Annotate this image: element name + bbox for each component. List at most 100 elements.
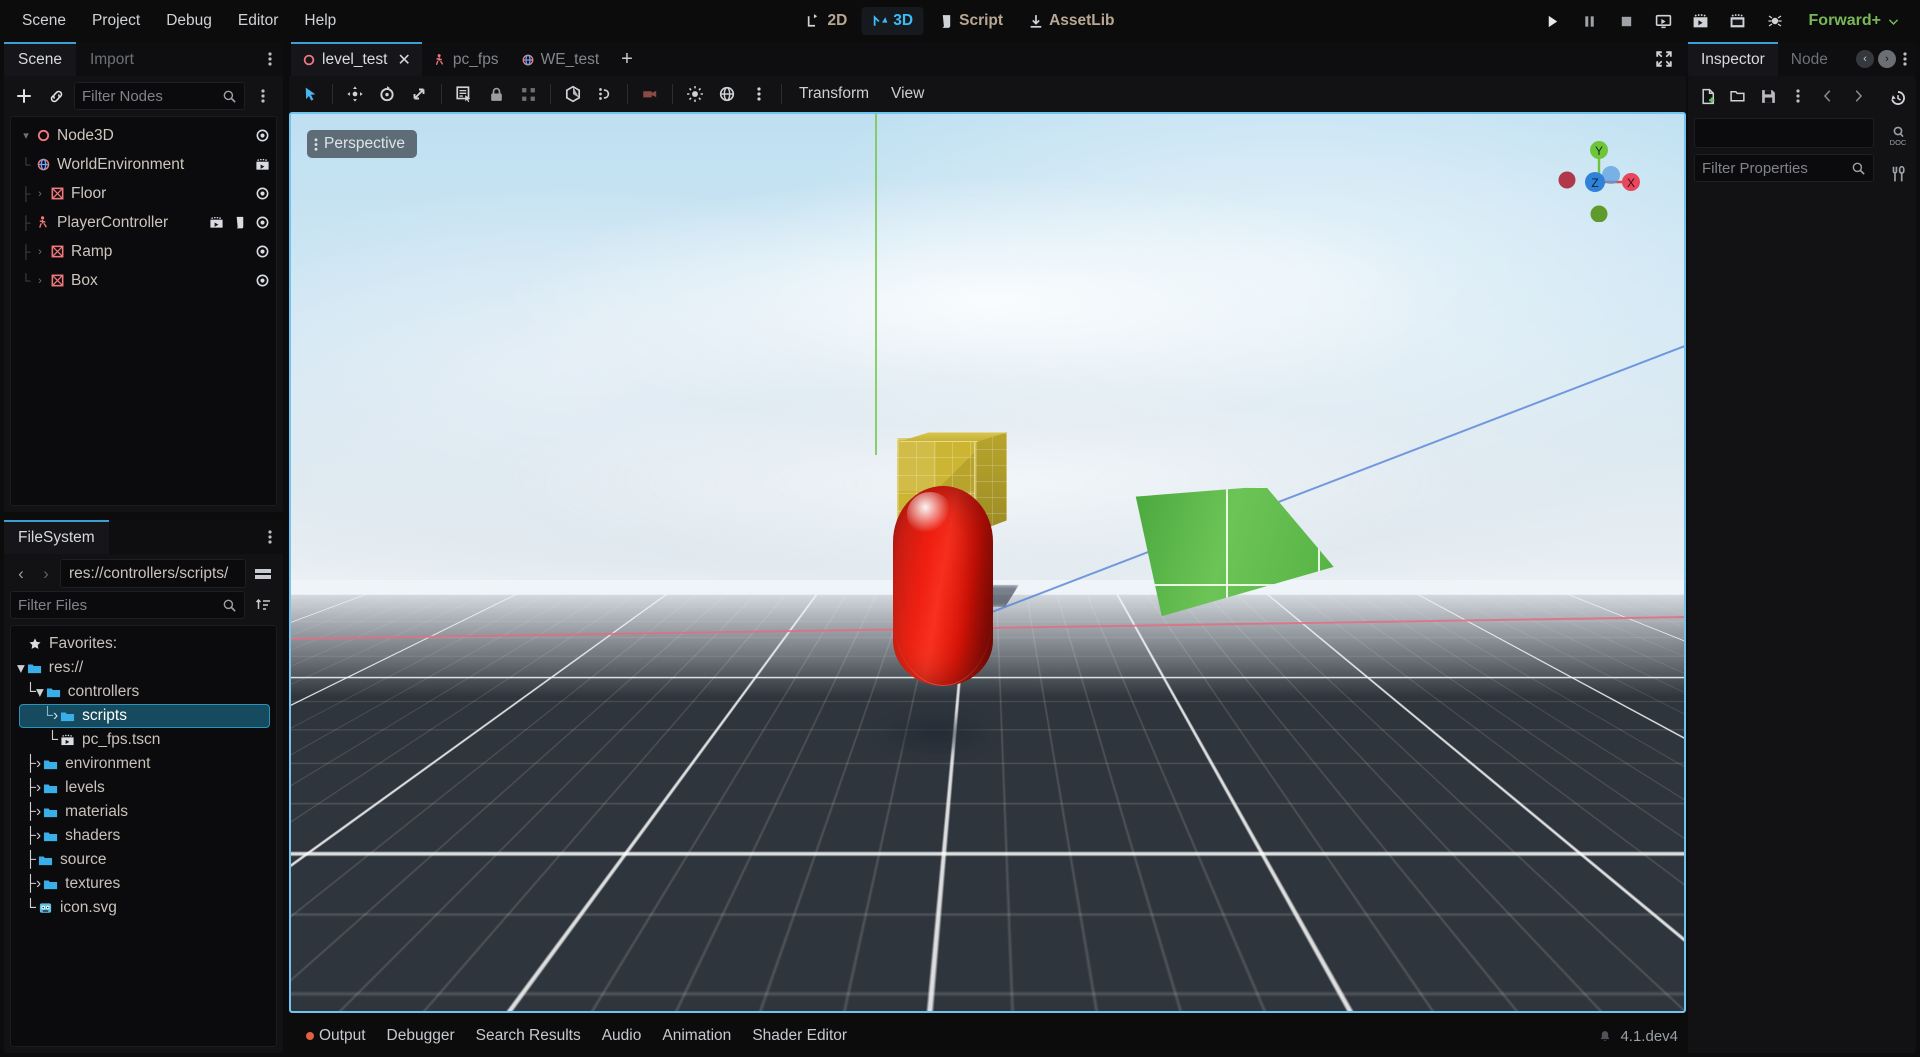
chevron-right-icon[interactable]: › [33, 275, 47, 287]
scene-tree[interactable]: ▾ Node3D └ WorldEnvironment ├ › Floor ├ … [10, 116, 277, 506]
instance-scene-button[interactable] [42, 82, 70, 110]
preview-environment-button[interactable] [712, 80, 742, 108]
bottom-tab-audio[interactable]: Audio [593, 1022, 651, 1050]
scale-mode-button[interactable] [404, 80, 434, 108]
load-resource-button[interactable] [1724, 82, 1752, 110]
edited-object-field[interactable] [1694, 118, 1874, 148]
save-resource-button[interactable] [1754, 82, 1782, 110]
tree-item-playercontroller[interactable]: ├ PlayerController [11, 208, 276, 237]
scene-tab-pc-fps[interactable]: pc_fps [421, 42, 510, 76]
fs-item-materials[interactable]: ├ › materials [11, 800, 276, 824]
history-next-button[interactable] [1844, 82, 1872, 110]
menu-scene[interactable]: Scene [10, 7, 78, 35]
fs-item-pc-fps-tscn[interactable]: └ pc_fps.tscn [11, 728, 276, 752]
bottom-tab-search-results[interactable]: Search Results [467, 1022, 590, 1050]
dock-prev-tab-button[interactable]: ‹ [1856, 50, 1874, 68]
visibility-icon[interactable] [255, 244, 270, 259]
fs-item-scripts[interactable]: └ › scripts [19, 704, 270, 728]
tab-3d[interactable]: 3D [861, 7, 924, 35]
tree-item-worldenvironment[interactable]: └ WorldEnvironment [11, 150, 276, 179]
use-snap-button[interactable] [590, 80, 620, 108]
nav-back-button[interactable]: ‹ [10, 560, 32, 588]
3d-viewport[interactable]: Perspective Y X Z [289, 112, 1686, 1013]
run-current-scene-button[interactable] [1647, 6, 1681, 36]
sort-files-button[interactable] [249, 591, 277, 619]
list-select-button[interactable] [449, 80, 479, 108]
tab-inspector[interactable]: Inspector [1688, 42, 1778, 76]
visibility-icon[interactable] [255, 186, 270, 201]
tab-2d[interactable]: 2D [795, 7, 857, 35]
chevron-right-icon[interactable]: › [33, 246, 47, 258]
move-mode-button[interactable] [340, 80, 370, 108]
lock-button[interactable] [481, 80, 511, 108]
fs-item-res-root[interactable]: ▾ res:// [11, 656, 276, 680]
nav-forward-button[interactable]: › [35, 560, 57, 588]
tab-node[interactable]: Node [1777, 42, 1841, 76]
view-axis-gizmo[interactable]: Y X Z [1554, 136, 1644, 222]
sun-env-options-button[interactable] [744, 80, 774, 108]
add-scene-button[interactable]: + [610, 42, 644, 76]
fs-item-levels[interactable]: ├ › levels [11, 776, 276, 800]
fs-item-source[interactable]: ├ source [11, 848, 276, 872]
remote-debug-button[interactable] [1758, 6, 1792, 36]
object-menu-button[interactable] [1884, 160, 1912, 188]
fs-item-icon-svg[interactable]: └ icon.svg [11, 896, 276, 920]
tab-scene[interactable]: Scene [4, 42, 76, 76]
notification-bell-icon[interactable] [1598, 1029, 1612, 1044]
camera-preview-button[interactable] [635, 80, 665, 108]
select-mode-button[interactable] [295, 80, 325, 108]
use-local-space-button[interactable] [558, 80, 588, 108]
filter-files-input[interactable]: Filter Files [10, 591, 245, 619]
filesystem-tree[interactable]: Favorites: ▾ res:// └ ▾ controllers └ › … [10, 625, 277, 1047]
menu-help[interactable]: Help [292, 7, 348, 35]
stop-button[interactable] [1610, 6, 1644, 36]
open-docs-button[interactable]: DOC [1884, 122, 1912, 150]
scene-tree-options-button[interactable] [249, 82, 277, 110]
menu-project[interactable]: Project [80, 7, 152, 35]
play-custom-scene-button[interactable] [1684, 6, 1718, 36]
distraction-free-mode-button[interactable] [1650, 45, 1678, 73]
bottom-tab-shader-editor[interactable]: Shader Editor [743, 1022, 856, 1050]
add-node-button[interactable] [10, 82, 38, 110]
movie-maker-button[interactable] [1721, 6, 1755, 36]
viewport-perspective-menu[interactable]: Perspective [307, 130, 417, 158]
scene-dock-menu-button[interactable] [257, 42, 283, 76]
group-button[interactable] [513, 80, 543, 108]
bottom-tab-animation[interactable]: Animation [653, 1022, 740, 1050]
filesystem-dock-menu-button[interactable] [257, 520, 283, 554]
tree-item-ramp[interactable]: ├ › Ramp [11, 237, 276, 266]
script-icon[interactable] [232, 215, 247, 230]
preview-sun-button[interactable] [680, 80, 710, 108]
chevron-down-icon[interactable]: ▾ [17, 659, 25, 678]
new-resource-button[interactable] [1694, 82, 1722, 110]
menu-debug[interactable]: Debug [154, 7, 224, 35]
close-icon[interactable]: ✕ [397, 50, 410, 70]
fs-item-shaders[interactable]: ├ › shaders [11, 824, 276, 848]
tree-item-floor[interactable]: ├ › Floor [11, 179, 276, 208]
pause-button[interactable] [1573, 6, 1607, 36]
fs-item-environment[interactable]: ├ › environment [11, 752, 276, 776]
fs-item-textures[interactable]: ├ › textures [11, 872, 276, 896]
scene-instance-icon[interactable] [255, 157, 270, 172]
menu-editor[interactable]: Editor [226, 7, 291, 35]
toggle-split-mode-button[interactable] [249, 560, 277, 588]
visibility-icon[interactable] [255, 128, 270, 143]
dock-next-tab-button[interactable]: › [1878, 50, 1896, 68]
visibility-icon[interactable] [255, 215, 270, 230]
scene-tab-level-test[interactable]: level_test ✕ [291, 42, 422, 76]
property-list[interactable] [1688, 188, 1880, 1053]
scene-instance-icon[interactable] [209, 215, 224, 230]
transform-menu[interactable]: Transform [789, 81, 879, 107]
bottom-tab-debugger[interactable]: Debugger [378, 1022, 464, 1050]
visibility-icon[interactable] [255, 273, 270, 288]
chevron-down-icon[interactable]: ▾ [19, 129, 33, 142]
fs-item-favorites[interactable]: Favorites: [11, 632, 276, 656]
inspector-extra-menu-button[interactable] [1784, 82, 1812, 110]
tab-import[interactable]: Import [75, 42, 148, 76]
rotate-mode-button[interactable] [372, 80, 402, 108]
play-button[interactable] [1536, 6, 1570, 36]
tree-item-box[interactable]: └ › Box [11, 266, 276, 295]
inspector-dock-menu-button[interactable] [1900, 51, 1910, 67]
tree-item-node3d[interactable]: ▾ Node3D [11, 121, 276, 150]
current-path-field[interactable]: res://controllers/scripts/ [60, 559, 246, 588]
